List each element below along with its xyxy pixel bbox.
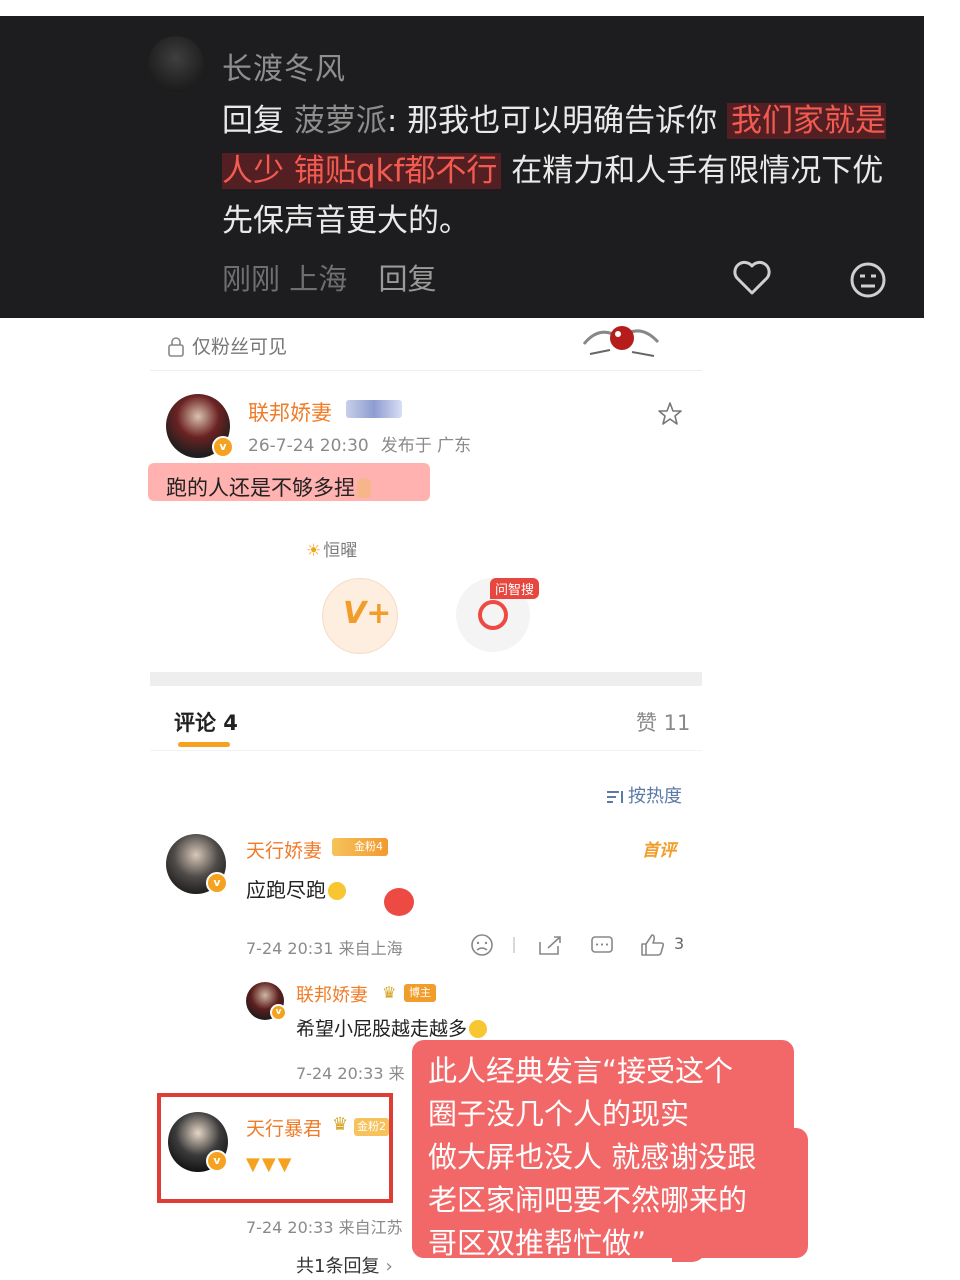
view-replies-label: 共1条回复 <box>296 1256 380 1277</box>
thumbs-up-icon[interactable] <box>641 934 665 956</box>
user-badge <box>346 400 402 418</box>
share-icon[interactable] <box>539 936 561 955</box>
fan-badge: 金粉4 <box>332 838 388 856</box>
comment-author[interactable]: 天行娇妻 <box>246 836 322 863</box>
post-meta: 26-7-24 20:30 发布于 广东 <box>248 431 483 456</box>
verified-icon: v <box>212 436 234 458</box>
thumbs-down-emoji-icon: ▼▼▼ <box>246 1154 294 1175</box>
reply-mention[interactable]: 菠萝派 <box>294 103 387 139</box>
reply-prefix: 回复 <box>222 103 294 139</box>
topic-label[interactable]: ☀ 恒曜 <box>306 536 357 561</box>
chevron-right-icon: › <box>385 1256 393 1277</box>
annotation-line: 老区家闹吧要不然哪来的 <box>428 1183 748 1217</box>
section-separator <box>150 672 702 686</box>
star-icon[interactable] <box>656 400 684 432</box>
comment-meta: 7-24 20:31 来自上海 <box>246 939 403 958</box>
sun-icon: ☀ <box>306 541 322 561</box>
neutral-face-icon[interactable] <box>848 260 888 304</box>
reply-colon-text: : 那我也可以明确告诉你 <box>386 103 728 139</box>
tab-comments[interactable]: 评论 4 <box>174 707 238 737</box>
reply-meta: 刚刚 上海 回复 <box>222 256 436 298</box>
ask-badge: 问智搜 <box>490 578 540 599</box>
post-text: 跑的人还是不够多捏 <box>166 472 371 502</box>
divider <box>150 370 702 371</box>
reply-time: 刚刚 <box>222 262 281 296</box>
comment-meta: 7-24 20:33 来自江苏 <box>246 1218 403 1237</box>
visibility-label: 仅粉丝可见 <box>166 332 287 359</box>
comment-icon[interactable] <box>591 936 613 953</box>
like-count: 3 <box>674 934 685 953</box>
comment-author[interactable]: 天行暴君 <box>246 1114 322 1141</box>
reply-location: 上海 <box>289 262 348 296</box>
verified-icon: v <box>206 872 228 894</box>
annotation-line: 此人经典发言“接受这个 <box>428 1054 734 1088</box>
fan-badge: 金粉2 <box>354 1118 389 1136</box>
search-icon <box>478 600 508 630</box>
sort-label: 按热度 <box>628 786 682 807</box>
verified-icon: v <box>270 1004 287 1021</box>
post-location: 发布于 广东 <box>380 436 472 456</box>
reply-button[interactable]: 回复 <box>378 262 436 296</box>
crown-icon: ♛ <box>332 1114 349 1135</box>
post-text-content: 跑的人还是不够多捏 <box>166 476 355 500</box>
hand-emoji-icon <box>357 478 371 498</box>
annotation-text: 此人经典发言“接受这个 圈子没几个人的现实 做大屏也没人 就感谢没跟 老区家闹吧… <box>428 1050 808 1265</box>
author-badge: 博主 <box>404 984 436 1002</box>
comment-actions <box>470 932 690 958</box>
annotation-line: 做大屏也没人 就感谢没跟 <box>428 1140 757 1174</box>
view-replies-link[interactable]: 共1条回复 › <box>296 1252 393 1278</box>
decorative-sticker <box>580 314 662 364</box>
visibility-text: 仅粉丝可见 <box>192 336 288 358</box>
lock-icon <box>168 337 184 357</box>
comment-text: 应跑尽跑 <box>246 874 346 903</box>
active-tab-indicator <box>178 742 230 747</box>
comment-text-content: 应跑尽跑 <box>246 878 326 902</box>
topic-text: 恒曜 <box>323 541 358 561</box>
post-author[interactable]: 联邦娇妻 <box>248 397 332 427</box>
sort-button[interactable]: 按热度 <box>606 782 682 808</box>
reply-comment-text: 希望小屁股越走越多 <box>296 1014 488 1041</box>
tab-likes[interactable]: 赞 11 <box>636 707 690 737</box>
annotation-line: 圈子没几个人的现实 <box>428 1097 690 1131</box>
avatar[interactable] <box>148 36 204 92</box>
apple-sticker-icon <box>384 888 414 916</box>
surprised-emoji-icon <box>328 882 346 900</box>
first-comment-tag: 首评 <box>642 841 676 861</box>
post-date: 26-7-24 20:30 <box>248 436 369 456</box>
reply-comment-content: 希望小屁股越走越多 <box>296 1018 468 1040</box>
verified-icon: v <box>206 1150 228 1172</box>
sad-face-icon[interactable] <box>471 934 493 956</box>
heart-icon[interactable] <box>732 260 772 300</box>
reply-text: 回复 菠萝派: 那我也可以明确告诉你 我们家就是人少 铺贴qkf都不行 在精力和… <box>222 96 902 246</box>
reply-comment-meta: 7-24 20:33 来 <box>296 1064 405 1083</box>
crown-icon: ♛ <box>382 983 397 1002</box>
reply-username[interactable]: 长渡冬风 <box>222 44 346 88</box>
sort-icon <box>607 791 623 803</box>
divider <box>150 750 702 751</box>
sweat-emoji-icon <box>469 1020 488 1038</box>
annotation-line: 哥区双推帮忙做” <box>428 1226 647 1260</box>
reply-author[interactable]: 联邦娇妻 <box>296 981 368 1007</box>
v-plus-icon: V+ <box>343 596 392 631</box>
